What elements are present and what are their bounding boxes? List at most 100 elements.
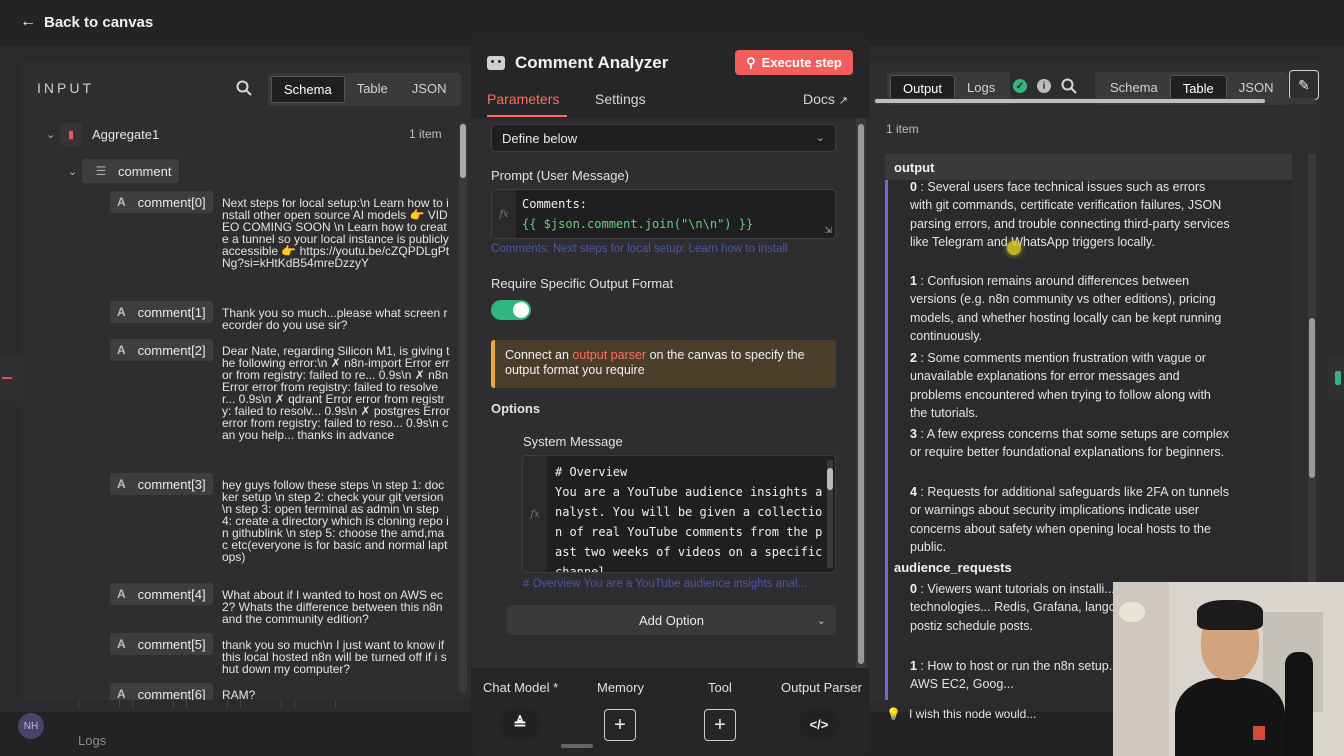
tab-settings[interactable]: Settings [595, 91, 646, 107]
docs-link[interactable]: Docs ↗ [803, 91, 848, 107]
connector-tool-label: Tool [708, 680, 732, 695]
prompt-expression-field[interactable]: fx Comments: {{ $json.comment.join("\n\n… [491, 189, 836, 239]
edit-output-button[interactable]: ✎ [1289, 70, 1319, 100]
webcam-person-body [1175, 678, 1285, 756]
text-type-icon: A [117, 195, 126, 209]
output-parser-connector[interactable]: </> [799, 706, 839, 742]
input-view-json[interactable]: JSON [400, 76, 459, 103]
output-item-count: 1 item [886, 122, 919, 136]
execute-step-button[interactable]: ⚲ Execute step [735, 50, 853, 75]
input-title: INPUT [37, 80, 94, 96]
prompt-source-value: Define below [502, 131, 578, 146]
system-message-label: System Message [523, 434, 623, 449]
chat-model-connector[interactable]: ≜ [500, 706, 540, 742]
text-type-icon: A [117, 477, 126, 491]
comment-key[interactable]: Acomment[1] [110, 301, 213, 323]
webcam-shirt-logo [1253, 726, 1265, 740]
prompt-source-select[interactable]: Define below ⌄ [491, 124, 836, 152]
item-index: 1 [910, 659, 917, 673]
comment-value: hey guys follow these steps \n step 1: d… [222, 478, 449, 564]
output-list-item: 1 : Confusion remains around differences… [910, 274, 1222, 344]
comment-value: thank you so much\n I just want to know … [222, 638, 448, 676]
item-index: 3 [910, 427, 917, 441]
back-label: Back to canvas [44, 13, 154, 31]
node-tree-row[interactable]: ⌄ ▮ Aggregate1 [46, 123, 159, 145]
execute-step-label: Execute step [761, 55, 842, 70]
add-option-label: Add Option [638, 612, 705, 628]
parameters-scrollbar[interactable] [856, 118, 866, 668]
output-list-item: 0 : Several users face technical issues … [910, 180, 1230, 250]
prompt-line-2: {{ $json.comment.join("\n\n") }} [522, 217, 754, 231]
add-memory-button[interactable]: + [604, 709, 636, 741]
add-option-button[interactable]: Add Option ⌄ [507, 605, 836, 635]
search-icon[interactable] [1061, 78, 1077, 94]
audience-requests-header: audience_requests [894, 560, 1012, 575]
expand-icon[interactable]: ⇲ [824, 225, 832, 236]
chevron-down-icon: ⌄ [815, 132, 825, 144]
require-format-toggle[interactable] [491, 300, 531, 320]
item-text: Several users face technical issues such… [910, 180, 1230, 250]
input-header: INPUT Schema Table JSON [22, 62, 472, 114]
field-name: comment [118, 163, 172, 179]
tab-parameters[interactable]: Parameters [487, 91, 559, 107]
right-panel-handle[interactable] [1328, 355, 1344, 401]
node-item-count: 1 item [409, 127, 442, 141]
text-type-icon: A [117, 305, 126, 319]
external-link-icon: ↗ [838, 95, 849, 107]
comment-value: Thank you so much...please what screen r… [222, 306, 448, 332]
system-message-field[interactable]: fx # Overview You are a YouTube audience… [522, 455, 836, 573]
comment-key[interactable]: Acomment[4] [110, 583, 213, 605]
fx-icon: fx [492, 190, 516, 238]
chevron-down-icon[interactable]: ⌄ [46, 128, 60, 141]
search-icon[interactable] [236, 80, 252, 96]
drag-handle[interactable] [561, 744, 593, 748]
output-list-item: 2 : Some comments mention frustration wi… [910, 351, 1211, 421]
input-scrollbar[interactable] [459, 122, 467, 692]
list-icon: ☰ [95, 164, 107, 178]
comment-key[interactable]: Acomment[0] [110, 191, 213, 213]
input-view-table[interactable]: Table [345, 76, 400, 103]
feedback-link[interactable]: 💡 I wish this node would... [886, 707, 1036, 721]
output-list-item: 4 : Requests for additional safeguards l… [910, 485, 1229, 555]
output-list-item: 3 : A few express concerns that some set… [910, 427, 1229, 460]
robot-icon [487, 56, 505, 70]
system-message-scrollbar[interactable] [827, 460, 833, 568]
success-check-icon: ✓ [1013, 79, 1027, 93]
chevron-down-icon[interactable]: ⌄ [68, 165, 82, 178]
input-view-schema[interactable]: Schema [271, 76, 345, 103]
comment-key-label: comment[3] [137, 476, 206, 492]
avatar[interactable]: NH [18, 713, 44, 739]
require-format-label: Require Specific Output Format [491, 276, 674, 291]
logs-toggle[interactable]: Logs [78, 733, 106, 748]
back-to-canvas-button[interactable]: ← Back to canvas [20, 13, 153, 31]
comment-key[interactable]: Acomment[5] [110, 633, 213, 655]
comment-key-label: comment[2] [137, 342, 206, 358]
info-icon[interactable]: i [1037, 79, 1051, 93]
comment-key-label: comment[4] [137, 586, 206, 602]
comment-key[interactable]: Acomment[6] [110, 683, 213, 700]
prompt-line-1: Comments: [522, 197, 588, 211]
item-index: 1 [910, 274, 917, 288]
output-column-header: output [885, 154, 1292, 180]
feedback-label: I wish this node would... [908, 707, 1037, 721]
webcam-person-hair [1197, 600, 1263, 630]
left-panel-handle[interactable] [0, 355, 24, 401]
comment-value: Dear Nate, regarding Silicon M1, is givi… [222, 344, 454, 442]
webcam-microphone [1285, 652, 1313, 756]
field-pill: ☰ comment [82, 159, 180, 183]
item-text: Some comments mention frustration with v… [910, 351, 1211, 421]
comment-key-label: comment[5] [137, 636, 206, 652]
add-tool-button[interactable]: + [704, 709, 736, 741]
system-message-text: # Overview You are a YouTube audience in… [555, 465, 823, 573]
comment-key[interactable]: Acomment[3] [110, 473, 213, 495]
output-parser-link[interactable]: output parser [572, 348, 646, 362]
webcam-lamp [1119, 602, 1145, 622]
output-parser-notice: Connect an output parser on the canvas t… [491, 340, 836, 388]
field-tree-row[interactable]: ⌄ ☰ comment [68, 159, 180, 183]
node-title[interactable]: Comment Analyzer [515, 53, 668, 73]
comment-key[interactable]: Acomment[2] [110, 339, 213, 361]
nesting-line [885, 180, 888, 700]
item-index: 0 [910, 180, 917, 194]
comment-key-label: comment[1] [137, 304, 206, 320]
output-horizontal-scrollbar[interactable] [873, 98, 1315, 104]
